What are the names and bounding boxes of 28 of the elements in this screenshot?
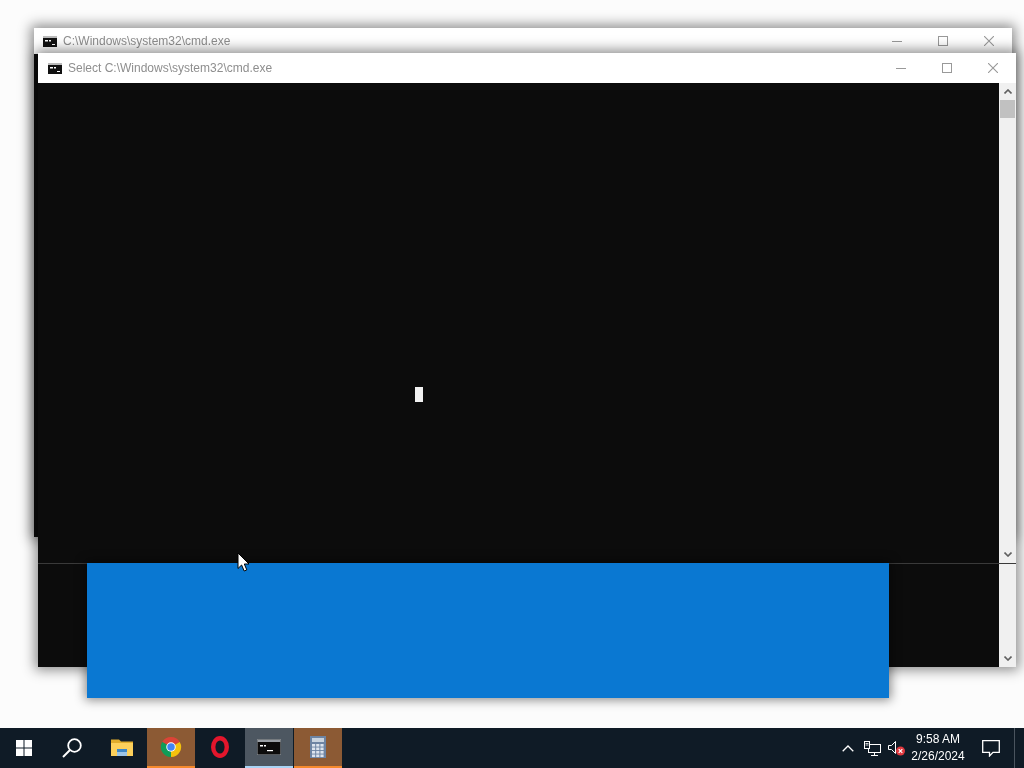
console-icon	[48, 62, 62, 74]
clock-time[interactable]: 9:58 AM	[916, 731, 960, 748]
notification-icon	[982, 739, 1000, 757]
chevron-up-icon	[842, 744, 854, 752]
calculator-icon	[310, 736, 326, 758]
maximize-icon	[942, 63, 952, 73]
chevron-up-icon	[1003, 89, 1012, 94]
ring-icon	[211, 736, 229, 758]
scrollbar-thumb[interactable]	[1000, 100, 1015, 118]
text-cursor	[415, 387, 423, 402]
console-icon	[43, 35, 57, 47]
close-icon	[988, 63, 998, 73]
minimize-icon	[896, 67, 906, 69]
network-icon	[863, 740, 881, 756]
taskbar-app-button[interactable]	[245, 728, 293, 768]
windows-logo-icon	[16, 740, 32, 756]
close-icon	[984, 36, 994, 46]
maximize-icon	[938, 36, 948, 46]
folder-icon	[111, 738, 133, 756]
chevron-down-icon	[1003, 656, 1012, 661]
window-title: C:\Windows\system32\cmd.exe	[63, 33, 231, 50]
window-title: Select C:\Windows\system32\cmd.exe	[68, 60, 273, 77]
browser-icon	[160, 736, 182, 758]
minimize-icon	[892, 40, 902, 42]
search-icon	[62, 738, 82, 758]
chevron-down-icon	[1003, 552, 1012, 557]
terminal-icon	[257, 739, 281, 755]
clock-date[interactable]: 2/26/2024	[911, 748, 965, 765]
